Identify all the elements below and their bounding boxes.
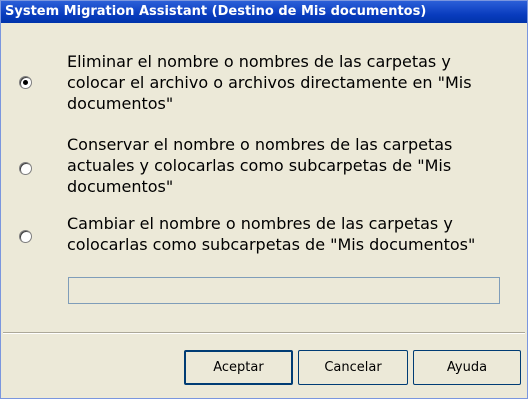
option-keep-folders[interactable]: Conservar el nombre o nombres de las car… xyxy=(19,134,507,197)
option-keep-folders-label: Conservar el nombre o nombres de las car… xyxy=(67,135,453,196)
cancel-button[interactable]: Cancelar xyxy=(298,350,408,385)
dialog-window: System Migration Assistant (Destino de M… xyxy=(0,0,528,399)
option-remove-folders-label: Eliminar el nombre o nombres de las carp… xyxy=(67,52,472,113)
accept-button[interactable]: Aceptar xyxy=(184,350,293,385)
radio-remove-folders[interactable] xyxy=(19,76,32,89)
radio-keep-folders[interactable] xyxy=(19,162,32,175)
option-rename-folders[interactable]: Cambiar el nombre o nombres de las carpe… xyxy=(19,213,507,255)
title-bar[interactable]: System Migration Assistant (Destino de M… xyxy=(1,1,527,23)
window-title: System Migration Assistant (Destino de M… xyxy=(5,4,427,19)
divider xyxy=(3,332,525,334)
radio-rename-folders[interactable] xyxy=(19,230,32,243)
option-remove-folders[interactable]: Eliminar el nombre o nombres de las carp… xyxy=(19,51,507,114)
option-rename-folders-label: Cambiar el nombre o nombres de las carpe… xyxy=(67,214,476,254)
folder-name-input[interactable] xyxy=(68,277,500,304)
help-button[interactable]: Ayuda xyxy=(413,350,521,385)
